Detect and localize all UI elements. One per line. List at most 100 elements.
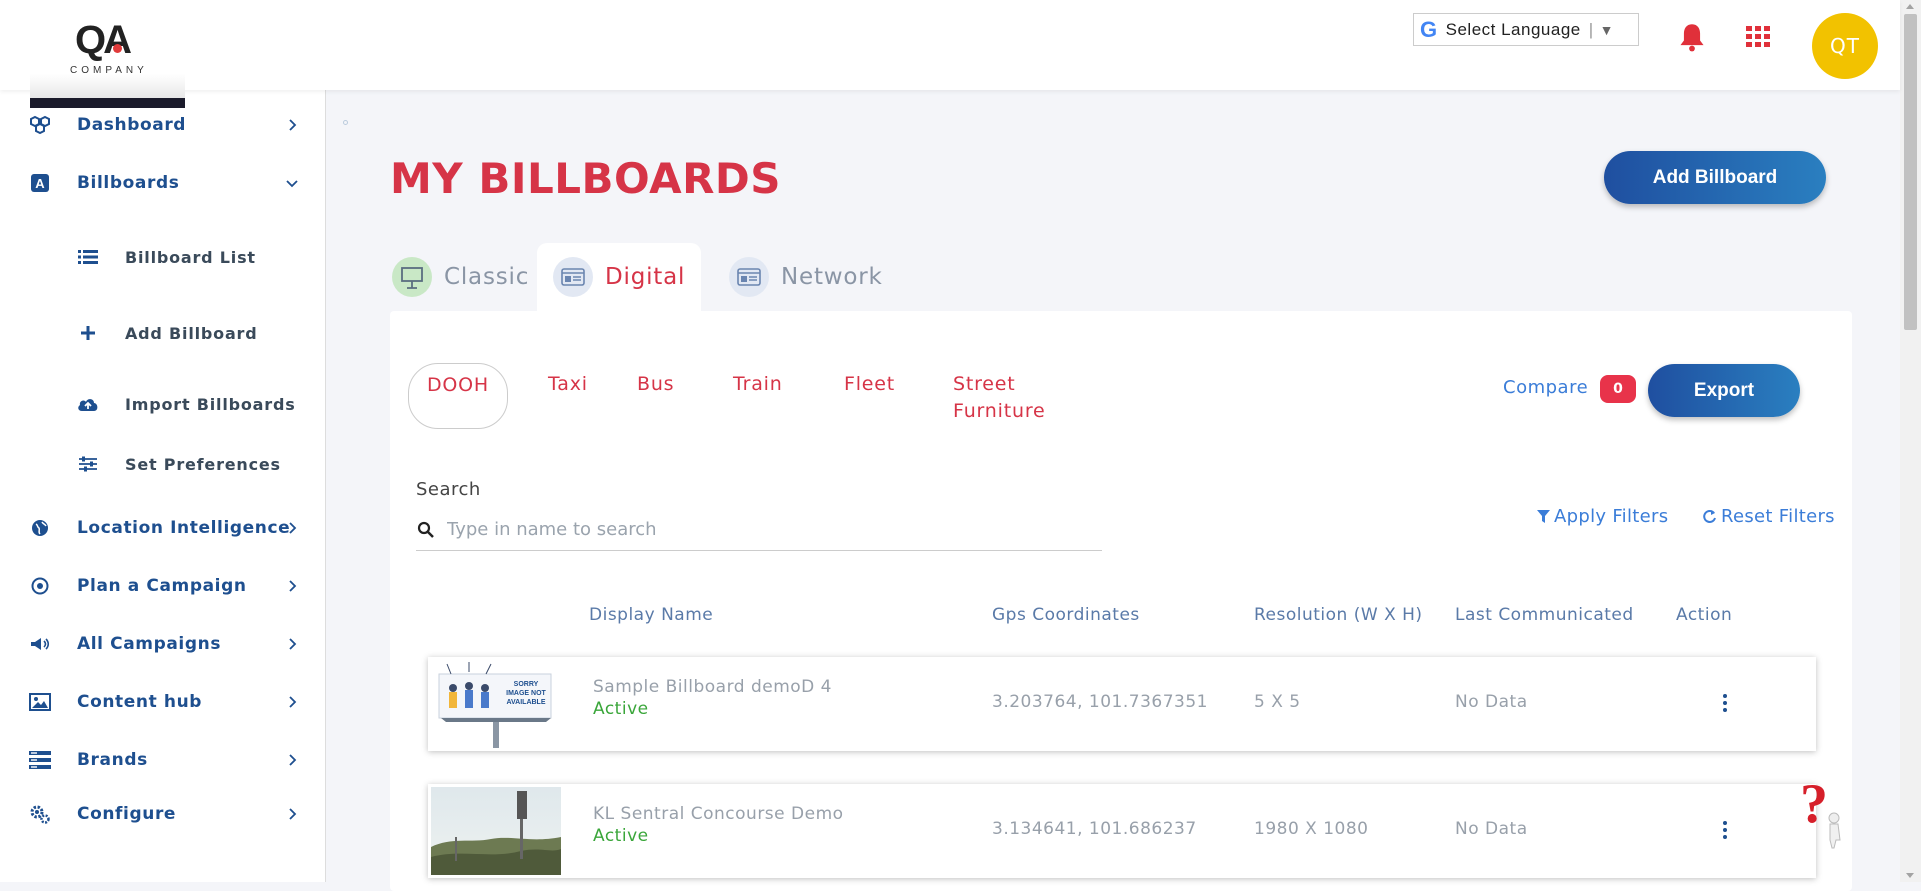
subtab-street-furniture[interactable]: Street Furniture <box>953 371 1046 425</box>
sidebar-item-dashboard[interactable]: Dashboard <box>0 105 326 145</box>
help-question-icon[interactable]: ? <box>1796 770 1846 850</box>
more-actions-icon[interactable] <box>1717 818 1733 842</box>
billboards-card: DOOH Taxi Bus Train Fleet Street Furnitu… <box>390 311 1852 891</box>
target-icon <box>29 575 51 597</box>
chevron-right-icon <box>289 696 297 708</box>
search-input[interactable] <box>447 519 1047 540</box>
language-select[interactable]: G Select Language | ▼ <box>1413 13 1639 46</box>
last-communicated: No Data <box>1455 819 1528 839</box>
logo-mark: QA <box>75 18 132 63</box>
tab-digital[interactable]: Digital <box>537 243 702 311</box>
resolution: 1980 X 1080 <box>1254 819 1369 839</box>
subtab-label-line2: Furniture <box>953 400 1046 422</box>
sidebar-subitem-add-billboard[interactable]: Add Billboard <box>0 313 326 353</box>
company-logo[interactable]: QA COMPANY <box>30 14 185 108</box>
chevron-down-icon <box>286 180 298 188</box>
cloud-upload-icon <box>76 393 100 415</box>
main-content: MY BILLBOARDS Add Billboard Classic Digi… <box>326 90 1900 891</box>
column-header-display-name[interactable]: Display Name <box>589 605 713 625</box>
sidebar-item-content-hub[interactable]: Content hub <box>0 682 326 722</box>
tab-label: Network <box>781 264 883 290</box>
classic-billboard-icon <box>392 257 432 297</box>
status-label: Active <box>593 826 649 846</box>
last-communicated: No Data <box>1455 692 1528 712</box>
column-header-resolution[interactable]: Resolution (W X H) <box>1254 605 1423 625</box>
gps-coordinates: 3.203764, 101.7367351 <box>992 692 1208 712</box>
compare-link[interactable]: Compare <box>1503 377 1588 398</box>
sidebar-item-label: Configure <box>77 804 177 824</box>
sidebar-subitem-import-billboards[interactable]: Import Billboards <box>0 384 326 424</box>
billboard-thumbnail <box>431 787 561 875</box>
vertical-scrollbar[interactable] <box>1900 0 1921 882</box>
sidebar-item-configure[interactable]: Configure <box>0 794 326 834</box>
sidebar-subitem-label: Billboard List <box>125 247 256 267</box>
apply-filters-label: Apply Filters <box>1554 506 1669 527</box>
notification-bell-icon[interactable] <box>1678 22 1706 52</box>
gears-icon <box>29 803 51 825</box>
refresh-icon <box>1703 510 1716 523</box>
apply-filters-link[interactable]: Apply Filters <box>1537 506 1668 527</box>
sidebar-item-billboards[interactable]: A Billboards <box>0 163 326 203</box>
sidebar-item-all-campaigns[interactable]: All Campaigns <box>0 624 326 664</box>
reset-filters-link[interactable]: Reset Filters <box>1702 506 1835 527</box>
apps-grid-icon[interactable] <box>1746 26 1770 47</box>
svg-text:?: ? <box>1800 773 1828 835</box>
tab-network[interactable]: Network <box>729 243 883 311</box>
scrollbar-thumb[interactable] <box>1904 14 1917 330</box>
sidebar-item-location-intelligence[interactable]: Location Intelligence <box>0 508 326 548</box>
subtab-bus[interactable]: Bus <box>637 371 674 398</box>
billboard-icon: A <box>29 172 51 194</box>
plus-icon <box>76 322 100 344</box>
table-row[interactable]: SORRY IMAGE NOT AVAILABLE Sample Billboa… <box>428 657 1816 751</box>
sidebar-subitem-label: Import Billboards <box>125 394 296 414</box>
sidebar-subitem-set-preferences[interactable]: Set Preferences <box>0 444 326 484</box>
dashboard-icon <box>29 114 51 136</box>
megaphone-icon <box>29 633 51 655</box>
chevron-right-icon <box>289 522 297 534</box>
gps-coordinates: 3.134641, 101.686237 <box>992 819 1197 839</box>
tab-label: Digital <box>605 264 686 290</box>
tab-classic[interactable]: Classic <box>392 243 529 311</box>
billboard-name[interactable]: Sample Billboard demoD 4 <box>593 677 832 697</box>
sliders-icon <box>76 453 100 475</box>
compare-count-badge: 0 <box>1600 375 1636 403</box>
column-header-last-communicated[interactable]: Last Communicated <box>1455 605 1634 625</box>
subtab-dooh[interactable]: DOOH <box>408 363 508 429</box>
sidebar-item-label: Billboards <box>77 173 180 193</box>
thumbnail-text: IMAGE NOT <box>506 690 546 697</box>
sidebar-item-label: Dashboard <box>77 115 187 135</box>
column-header-gps[interactable]: Gps Coordinates <box>992 605 1140 625</box>
sidebar-item-label: All Campaigns <box>77 634 222 654</box>
digital-billboard-icon <box>553 257 593 297</box>
logo-strip <box>30 98 185 108</box>
add-billboard-button[interactable]: Add Billboard <box>1604 151 1826 204</box>
avatar[interactable]: QT <box>1812 13 1878 79</box>
image-icon <box>29 691 51 713</box>
scroll-down-icon[interactable] <box>1906 873 1914 878</box>
sidebar-subitem-label: Set Preferences <box>125 454 281 474</box>
sidebar-subitem-billboard-list[interactable]: Billboard List <box>0 237 326 277</box>
brands-icon <box>29 749 51 771</box>
table-row[interactable]: KL Sentral Concourse Demo Active 3.13464… <box>428 784 1816 878</box>
network-billboard-icon <box>729 257 769 297</box>
scroll-up-icon[interactable] <box>1906 4 1914 9</box>
billboard-name[interactable]: KL Sentral Concourse Demo <box>593 804 844 824</box>
subtab-train[interactable]: Train <box>733 371 783 398</box>
export-button[interactable]: Export <box>1648 364 1800 417</box>
subtab-fleet[interactable]: Fleet <box>844 371 895 398</box>
sidebar-item-label: Plan a Campaign <box>77 576 247 596</box>
chevron-right-icon <box>289 808 297 820</box>
list-icon <box>76 246 100 268</box>
subtab-taxi[interactable]: Taxi <box>548 371 588 398</box>
sidebar-item-plan-a-campaign[interactable]: Plan a Campaign <box>0 566 326 606</box>
chevron-right-icon <box>289 119 297 131</box>
sidebar-item-label: Brands <box>77 750 148 770</box>
more-actions-icon[interactable] <box>1717 691 1733 715</box>
search-icon <box>417 521 434 538</box>
sidebar-subitem-label: Add Billboard <box>125 323 258 343</box>
chevron-right-icon <box>289 754 297 766</box>
sidebar-item-brands[interactable]: Brands <box>0 740 326 780</box>
google-icon: G <box>1420 16 1438 42</box>
billboard-thumbnail: SORRY IMAGE NOT AVAILABLE <box>431 660 561 748</box>
tab-label: Classic <box>444 264 530 290</box>
